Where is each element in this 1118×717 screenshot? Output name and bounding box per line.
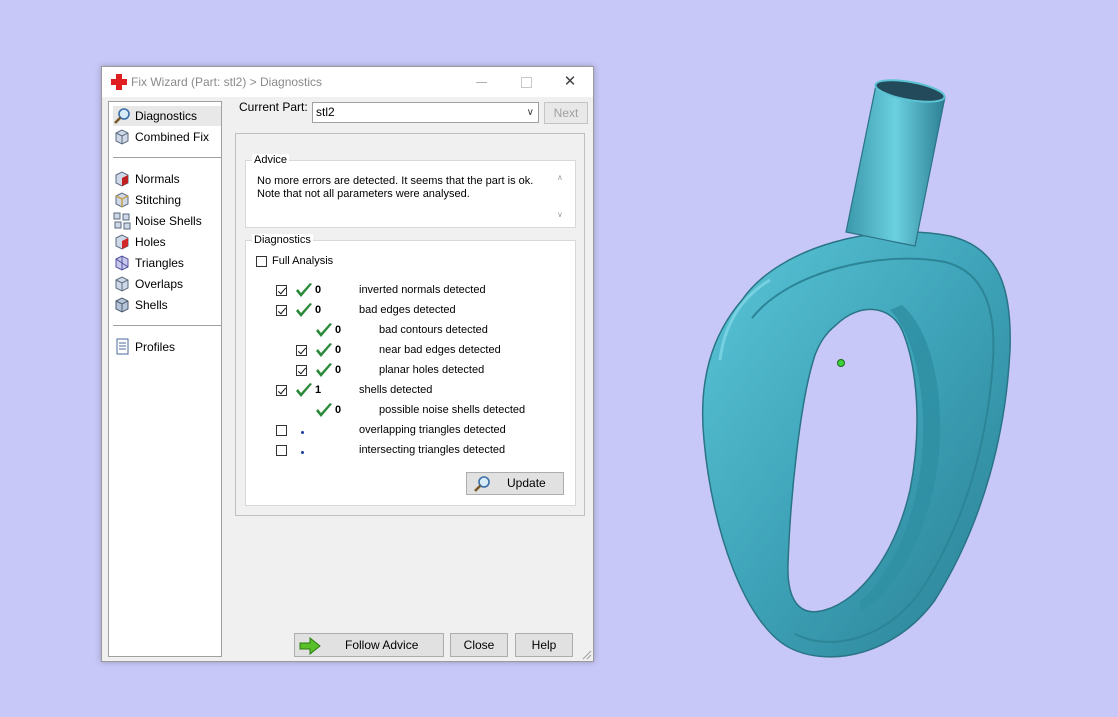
advice-title: Advice bbox=[252, 154, 290, 166]
resize-grip-icon[interactable] bbox=[582, 650, 592, 660]
row-checkbox[interactable] bbox=[276, 385, 287, 396]
green-check-icon bbox=[316, 403, 332, 417]
green-check-icon bbox=[316, 323, 332, 337]
update-button[interactable]: Update bbox=[466, 472, 564, 495]
nav-item-label: Normals bbox=[135, 172, 180, 186]
row-label: possible noise shells detected bbox=[379, 404, 526, 416]
row-label: near bad edges detected bbox=[379, 344, 501, 356]
row-checkbox[interactable] bbox=[276, 445, 287, 456]
noise-shells-icon bbox=[113, 212, 131, 230]
nav-item-label: Holes bbox=[135, 235, 166, 249]
row-label: bad edges detected bbox=[359, 304, 456, 316]
row-count: 0 bbox=[335, 404, 342, 416]
nav-item-label: Stitching bbox=[135, 193, 182, 207]
green-check-icon bbox=[296, 383, 312, 397]
diagnostics-row: 0 inverted normals detected bbox=[102, 283, 582, 301]
update-label: Update bbox=[507, 476, 546, 490]
diagnostics-row: 0 bad contours detected bbox=[102, 323, 582, 341]
nav-item-stitching[interactable]: Stitching bbox=[113, 190, 181, 210]
advice-line: No more errors are detected. It seems th… bbox=[257, 175, 534, 187]
current-part-label: Current Part: bbox=[239, 100, 308, 114]
scroll-down-icon[interactable]: ∨ bbox=[557, 210, 563, 219]
triangles-cube-icon bbox=[115, 255, 129, 271]
nav-item-label: Diagnostics bbox=[135, 109, 198, 123]
row-label: inverted normals detected bbox=[359, 284, 486, 296]
nav-item-label: Noise Shells bbox=[135, 214, 202, 228]
current-part-select[interactable]: stl2 ∨ bbox=[312, 102, 539, 123]
maximize-button[interactable] bbox=[514, 71, 538, 93]
row-count: 0 bbox=[315, 284, 322, 296]
diagnostics-title: Diagnostics bbox=[252, 234, 313, 246]
green-check-icon bbox=[316, 363, 332, 377]
advice-scrollbar[interactable]: ∧ ∨ bbox=[555, 173, 567, 219]
nav-item-noise-shells[interactable]: Noise Shells bbox=[113, 211, 202, 231]
holes-cube-icon bbox=[115, 234, 129, 250]
nav-item-label: Triangles bbox=[135, 256, 184, 270]
row-label: intersecting triangles detected bbox=[359, 444, 506, 456]
nav-item-label: Combined Fix bbox=[135, 130, 210, 144]
row-count: 0 bbox=[335, 364, 342, 376]
row-label: overlapping triangles detected bbox=[359, 424, 506, 436]
close-icon: ✕ bbox=[563, 73, 577, 90]
green-check-icon bbox=[316, 343, 332, 357]
title-bar[interactable]: Fix Wizard (Part: stl2) > Diagnostics ✕ bbox=[102, 67, 593, 97]
ring-model[interactable] bbox=[701, 76, 1011, 658]
advice-text: No more errors are detected. It seems th… bbox=[257, 175, 542, 201]
row-checkbox[interactable] bbox=[276, 425, 287, 436]
nav-item-combined-fix[interactable]: Combined Fix bbox=[113, 127, 209, 147]
window-title: Fix Wizard (Part: stl2) > Diagnostics bbox=[131, 75, 323, 89]
row-label: planar holes detected bbox=[379, 364, 485, 376]
cube-icon bbox=[115, 129, 129, 145]
magnifier-icon bbox=[114, 108, 130, 124]
close-button[interactable]: Close bbox=[450, 633, 508, 657]
diagnostics-row: 0 possible noise shells detected bbox=[102, 403, 582, 421]
row-label: shells detected bbox=[359, 384, 433, 396]
diagnostics-row: 1 shells detected bbox=[102, 383, 582, 401]
row-label: bad contours detected bbox=[379, 324, 488, 336]
diagnostics-row: intersecting triangles detected bbox=[102, 443, 582, 461]
nav-item-triangles[interactable]: Triangles bbox=[113, 253, 184, 273]
follow-advice-label: Follow Advice bbox=[345, 638, 419, 652]
nav-separator bbox=[113, 157, 221, 158]
green-check-icon bbox=[296, 303, 312, 317]
minimize-button[interactable] bbox=[470, 71, 494, 93]
row-count: 1 bbox=[315, 384, 322, 396]
full-analysis-label: Full Analysis bbox=[272, 255, 334, 267]
close-window-button[interactable]: ✕ bbox=[558, 71, 582, 93]
nav-item-holes[interactable]: Holes bbox=[113, 232, 166, 252]
current-part-value: stl2 bbox=[316, 105, 335, 119]
row-checkbox[interactable] bbox=[296, 365, 307, 376]
advice-line: Note that not all parameters were analys… bbox=[257, 188, 470, 200]
row-checkbox[interactable] bbox=[296, 345, 307, 356]
fix-wizard-window: Fix Wizard (Part: stl2) > Diagnostics ✕ … bbox=[101, 66, 594, 662]
next-button[interactable]: Next bbox=[544, 102, 588, 124]
green-arrow-icon bbox=[299, 637, 321, 655]
row-count: 0 bbox=[315, 304, 322, 316]
row-count: 0 bbox=[335, 344, 342, 356]
diagnostics-row: 0 near bad edges detected bbox=[102, 343, 582, 361]
chevron-down-icon: ∨ bbox=[526, 107, 534, 118]
row-checkbox[interactable] bbox=[276, 305, 287, 316]
red-cross-app-icon bbox=[111, 74, 127, 90]
scroll-up-icon[interactable]: ∧ bbox=[557, 173, 563, 182]
diagnostics-row: 0 planar holes detected bbox=[102, 363, 582, 381]
pending-dot-icon bbox=[301, 451, 304, 454]
row-checkbox[interactable] bbox=[276, 285, 287, 296]
normals-cube-icon bbox=[115, 171, 129, 187]
stitching-cube-icon bbox=[115, 192, 129, 208]
diagnostics-row: 0 bad edges detected bbox=[102, 303, 582, 321]
pending-dot-icon bbox=[301, 431, 304, 434]
nav-item-diagnostics[interactable]: Diagnostics bbox=[113, 106, 221, 126]
nav-item-normals[interactable]: Normals bbox=[113, 169, 180, 189]
green-check-icon bbox=[296, 283, 312, 297]
full-analysis-checkbox[interactable] bbox=[256, 256, 267, 267]
row-count: 0 bbox=[335, 324, 342, 336]
follow-advice-button[interactable]: Follow Advice bbox=[294, 633, 444, 657]
magnifier-icon bbox=[474, 476, 490, 492]
pivot-point-marker[interactable] bbox=[837, 359, 845, 367]
diagnostics-row: overlapping triangles detected bbox=[102, 423, 582, 441]
advice-group: Advice No more errors are detected. It s… bbox=[245, 154, 576, 228]
help-button[interactable]: Help bbox=[515, 633, 573, 657]
